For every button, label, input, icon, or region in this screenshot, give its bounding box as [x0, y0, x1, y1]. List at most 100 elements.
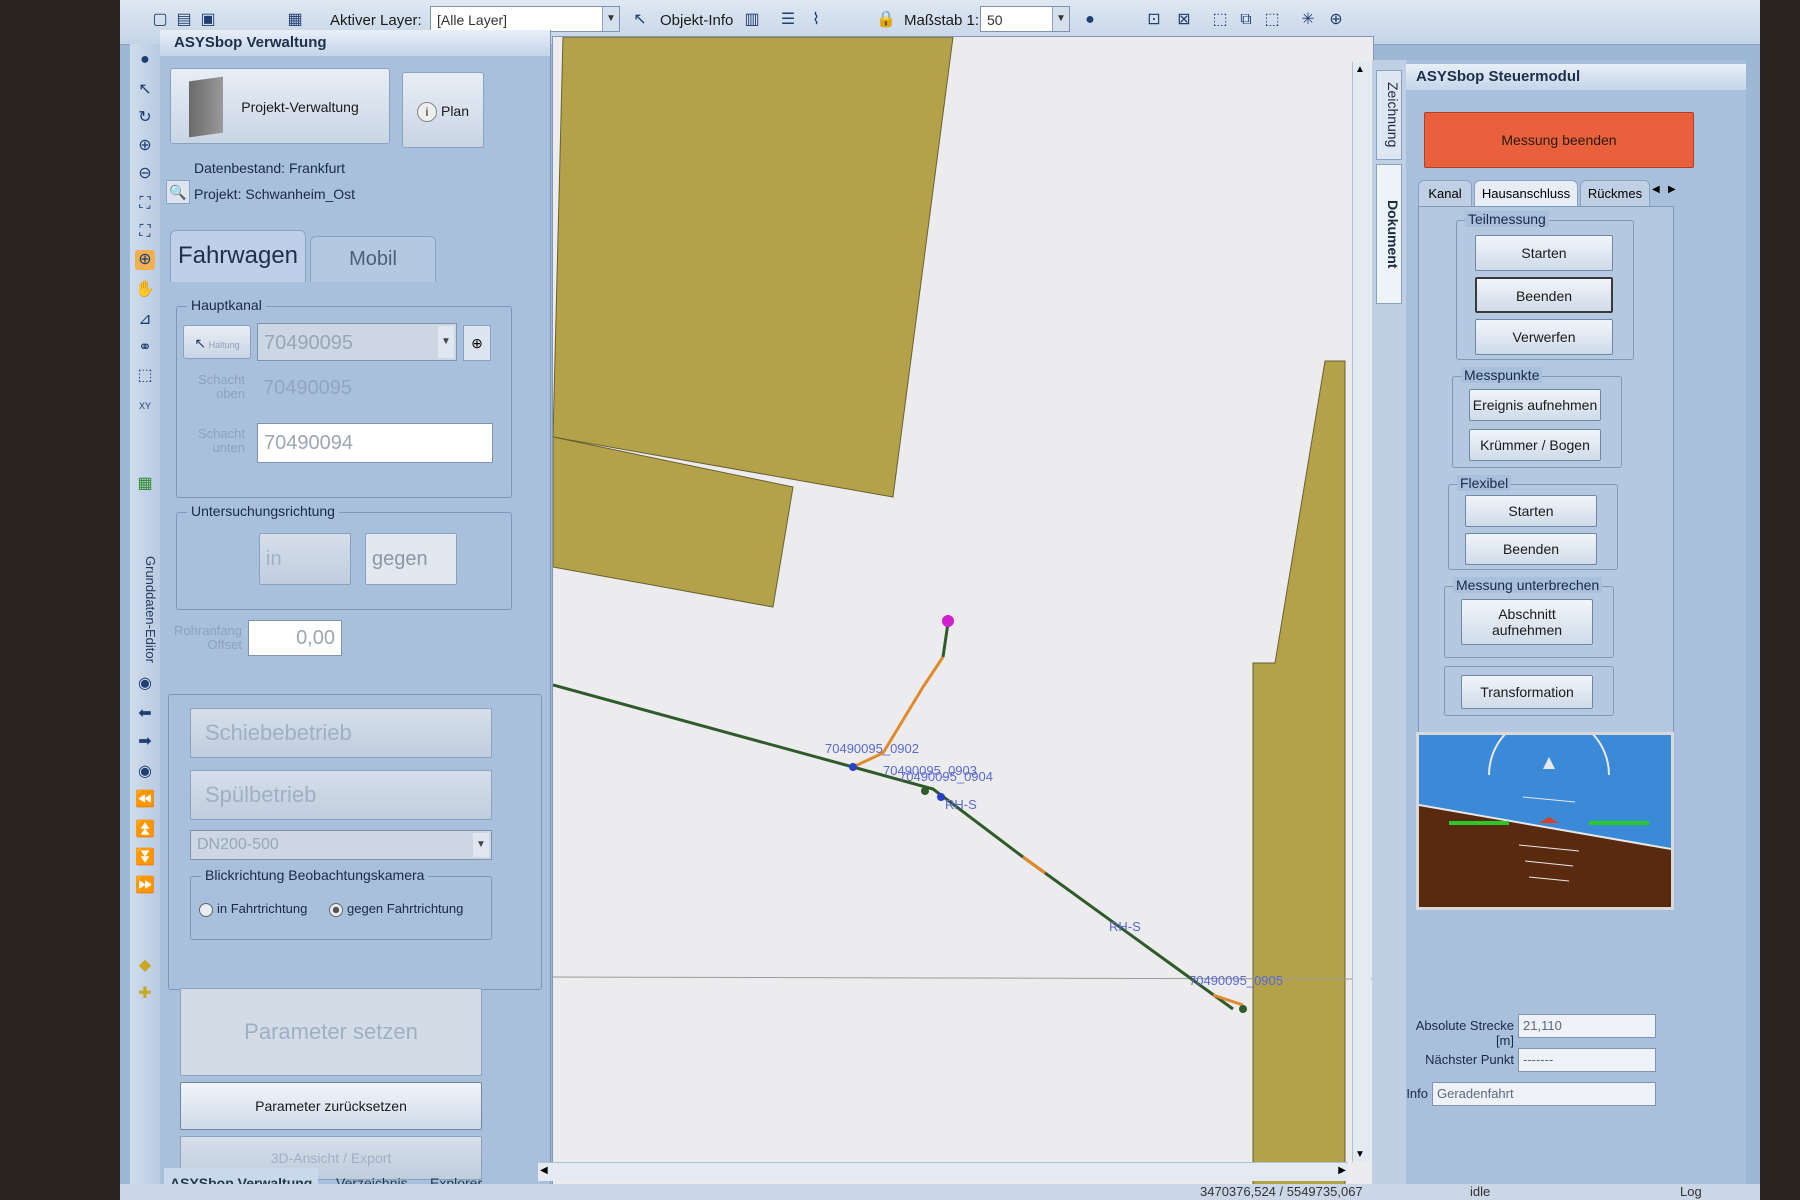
node-marker[interactable]	[849, 763, 857, 771]
radio-gegen-fahrtrichtung[interactable]	[329, 903, 343, 917]
haltung-select[interactable]: 70490095 ▼	[257, 323, 457, 361]
extent-icon[interactable]: ⛶	[135, 194, 155, 214]
dn-select[interactable]: DN200-500 ▼	[190, 830, 492, 860]
zoom-out-icon[interactable]: ⊖	[135, 164, 155, 184]
up-icon[interactable]: ⏫	[135, 820, 155, 840]
flexibel-beenden-button[interactable]: Beenden	[1465, 533, 1597, 565]
endpoint-marker[interactable]	[942, 615, 954, 627]
chevron-down-icon[interactable]: ▼	[1052, 7, 1069, 31]
fast-forward-icon[interactable]: ⏩	[135, 876, 155, 896]
absolute-strecke-field[interactable]: 21,110	[1518, 1014, 1656, 1038]
zoom-fit-icon[interactable]: ⊕	[1326, 10, 1346, 30]
grunddaten-editor-label[interactable]: Grunddaten-Editor	[132, 544, 158, 674]
tab-fahrwagen[interactable]: Fahrwagen	[170, 230, 306, 282]
radio-in-fahrtrichtung[interactable]	[199, 903, 213, 917]
refresh-icon[interactable]: ↻	[135, 108, 155, 128]
parameter-setzen-button[interactable]: Parameter setzen	[180, 988, 482, 1076]
diamond-icon[interactable]: ◆	[135, 956, 155, 976]
pan-hand-icon[interactable]: ✋	[135, 280, 155, 300]
select-box-icon[interactable]: ⬚	[1210, 10, 1230, 30]
attachment-icon[interactable]: ⌇	[806, 10, 826, 30]
select-add-icon[interactable]: ⧉	[1236, 10, 1256, 30]
haltung-button[interactable]: ↖ Haltung	[183, 325, 251, 359]
select-all-icon[interactable]: ⬚	[135, 366, 155, 386]
search-icon[interactable]: 🔍	[166, 180, 190, 204]
transformation-button[interactable]: Transformation	[1461, 675, 1593, 709]
lock-icon[interactable]: 🔒	[876, 10, 896, 30]
plus-icon[interactable]: ✚	[135, 984, 155, 1004]
select-clear-icon[interactable]: ⬚	[1262, 10, 1282, 30]
abschnitt-aufnehmen-button[interactable]: Abschnitt aufnehmen	[1461, 599, 1593, 645]
binoculars-icon[interactable]: ⚭	[135, 338, 155, 358]
arrow-right-icon[interactable]: ▶	[1668, 184, 1676, 195]
arrow-left-icon[interactable]: ⬅	[135, 704, 155, 724]
tab-hausanschluss[interactable]: Hausanschluss	[1474, 180, 1578, 206]
in-button[interactable]: in	[259, 533, 351, 585]
tab-kanal[interactable]: Kanal	[1418, 180, 1472, 206]
save-icon[interactable]: ▣	[198, 10, 218, 30]
chevron-down-icon[interactable]: ▼	[438, 326, 454, 358]
rewind-icon[interactable]: ⏪	[135, 790, 155, 810]
snap-icon[interactable]: ✳	[1298, 10, 1318, 30]
tab-mobil[interactable]: Mobil	[310, 236, 436, 282]
flexibel-starten-button[interactable]: Starten	[1465, 495, 1597, 527]
pointer-icon[interactable]: ↖	[135, 80, 155, 100]
objekt-info-label[interactable]: Objekt-Info	[660, 8, 733, 34]
open-icon[interactable]: ▤	[174, 10, 194, 30]
chevron-down-icon[interactable]: ▼	[473, 833, 489, 857]
teilmessung-beenden-button[interactable]: Beenden	[1475, 277, 1613, 313]
schacht-unten-field[interactable]: 70490094	[257, 423, 493, 463]
info-field[interactable]: Geradenfahrt	[1432, 1082, 1656, 1106]
xy-icon[interactable]: XY	[135, 396, 155, 416]
active-layer-select[interactable]: [Alle Layer] ▼	[430, 6, 620, 32]
arrow-right-icon[interactable]: ➡	[135, 732, 155, 752]
log-button[interactable]: Log	[1680, 1184, 1702, 1199]
zoom-select-icon[interactable]: ⊡	[1144, 10, 1164, 30]
map-scrollbar-vertical[interactable]: ▲ ▼	[1352, 62, 1371, 1162]
projekt-verwaltung-button[interactable]: Projekt-Verwaltung	[170, 68, 390, 144]
arrow-down-icon[interactable]: ▼	[1355, 1149, 1365, 1160]
plan-button[interactable]: i Plan	[402, 72, 484, 148]
zoom-active-icon[interactable]: ⊕	[135, 250, 155, 270]
chevron-down-icon[interactable]: ▼	[602, 7, 619, 31]
map-canvas[interactable]: 70490095_0902 70490095_0903 70490095_090…	[553, 37, 1373, 1187]
tab-rueckmes[interactable]: Rückmes	[1580, 180, 1650, 206]
zoom-remove-icon[interactable]: ⊠	[1174, 10, 1194, 30]
arrow-up-icon[interactable]: ▲	[1355, 64, 1365, 75]
tab-zeichnung[interactable]: Zeichnung	[1376, 70, 1402, 160]
kruemmer-bogen-button[interactable]: Krümmer / Bogen	[1469, 429, 1601, 461]
teilmessung-verwerfen-button[interactable]: Verwerfen	[1475, 319, 1613, 355]
list-icon[interactable]: ☰	[778, 10, 798, 30]
grid-icon[interactable]: ▦	[135, 474, 155, 494]
teilmessung-starten-button[interactable]: Starten	[1475, 235, 1613, 271]
globe-icon[interactable]: ●	[135, 50, 155, 70]
arrow-right-icon[interactable]: ▶	[1338, 1165, 1346, 1176]
node-marker[interactable]	[921, 787, 929, 795]
massstab-input[interactable]: 50 ▼	[980, 6, 1070, 32]
node-marker[interactable]	[1239, 1005, 1247, 1013]
table-icon[interactable]: ▦	[285, 10, 305, 30]
down-icon[interactable]: ⏬	[135, 848, 155, 868]
arrow-left-icon[interactable]: ◀	[1652, 184, 1660, 195]
ereignis-aufnehmen-button[interactable]: Ereignis aufnehmen	[1469, 389, 1601, 421]
extent-all-icon[interactable]: ⛶	[135, 222, 155, 242]
naechster-punkt-field[interactable]: -------	[1518, 1048, 1656, 1072]
measure-icon[interactable]: ⊿	[135, 310, 155, 330]
info-icon[interactable]: ▥	[742, 10, 762, 30]
map-view[interactable]: 70490095_0902 70490095_0903 70490095_090…	[552, 36, 1374, 1188]
map-scrollbar-horizontal[interactable]: ◀ ▶	[538, 1162, 1348, 1181]
tab-dokument[interactable]: Dokument	[1376, 164, 1402, 304]
gegen-button[interactable]: gegen	[365, 533, 457, 585]
new-icon[interactable]: ▢	[150, 10, 170, 30]
zoom-icon[interactable]: ⊕	[463, 325, 491, 361]
parameter-zuruecksetzen-button[interactable]: Parameter zurücksetzen	[180, 1082, 482, 1130]
zoom-in-icon[interactable]: ⊕	[135, 136, 155, 156]
stop-icon[interactable]: ◉	[135, 762, 155, 782]
spuelbetrieb-button[interactable]: Spülbetrieb	[190, 770, 492, 820]
schiebebetrieb-button[interactable]: Schiebebetrieb	[190, 708, 492, 758]
node-marker[interactable]	[937, 793, 945, 801]
cursor-icon[interactable]: ↖	[630, 10, 650, 30]
rohranfang-field[interactable]: 0,00	[248, 620, 342, 656]
record-icon[interactable]: ◉	[135, 674, 155, 694]
arrow-left-icon[interactable]: ◀	[540, 1165, 548, 1176]
